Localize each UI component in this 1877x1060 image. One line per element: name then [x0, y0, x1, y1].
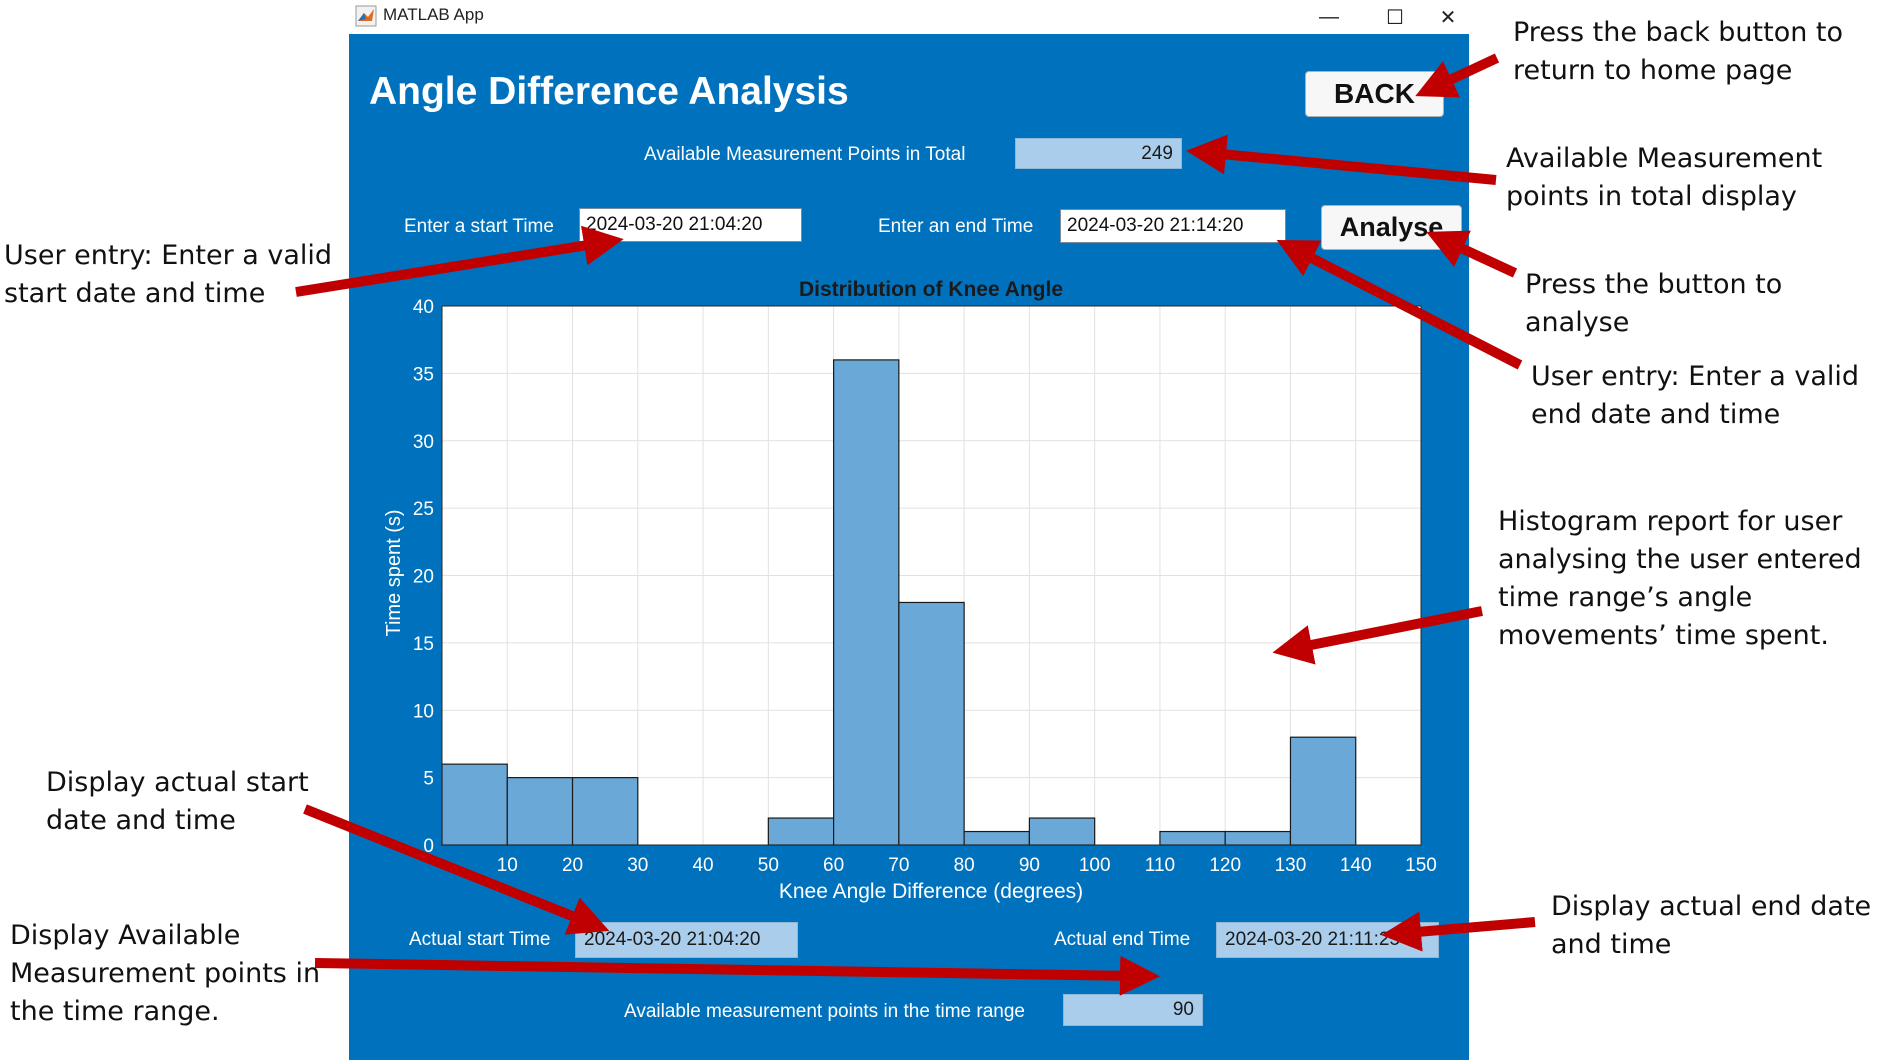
histogram-bar — [1028, 817, 1096, 846]
x-tick-label: 100 — [1079, 855, 1111, 876]
annotation-back: Press the back button to return to home … — [1513, 17, 1844, 86]
annotation-end: User entry: Enter a valid end date and t… — [1531, 361, 1860, 430]
annotation-start: User entry: Enter a valid start date and… — [4, 240, 333, 309]
histogram-bar — [898, 601, 965, 846]
y-axis-label: Time spent (s) — [383, 509, 405, 636]
x-tick-label: 10 — [497, 855, 518, 876]
annotation-actual-start: Display actual start date and time — [46, 767, 309, 836]
x-tick-label: 130 — [1275, 855, 1307, 876]
histogram-bar — [506, 777, 574, 846]
y-tick-label: 30 — [413, 432, 434, 453]
y-tick-label: 20 — [413, 567, 434, 588]
chart-title: Distribution of Knee Angle — [799, 278, 1063, 301]
histogram-bar — [441, 763, 508, 846]
x-tick-label: 110 — [1145, 855, 1175, 876]
y-tick-label: 40 — [413, 297, 434, 318]
x-tick-label: 20 — [562, 855, 583, 876]
histogram-bar — [832, 359, 900, 846]
x-tick-label: 40 — [692, 855, 713, 876]
y-tick-label: 35 — [413, 364, 434, 385]
annotation-histogram: Histogram report for user analysing the … — [1498, 506, 1862, 651]
y-tick-label: 25 — [413, 499, 434, 520]
histogram-bar — [963, 830, 1031, 846]
x-tick-label: 120 — [1209, 855, 1241, 876]
histogram-bar — [571, 777, 639, 846]
x-tick-label: 30 — [627, 855, 648, 876]
histogram-bar — [1289, 736, 1357, 846]
y-tick-label: 5 — [423, 769, 434, 790]
x-tick-label: 60 — [823, 855, 844, 876]
y-tick-label: 10 — [413, 701, 434, 722]
annotation-total: Available Measurement points in total di… — [1506, 143, 1823, 212]
x-tick-label: 70 — [888, 855, 909, 876]
x-tick-label: 80 — [954, 855, 975, 876]
annotation-range-points: Display Available Measurement points in … — [10, 920, 321, 1027]
histogram-bar — [1159, 830, 1226, 846]
annotation-analyse: Press the button to analyse — [1525, 269, 1783, 338]
x-tick-label: 140 — [1340, 855, 1372, 876]
annotation-actual-end: Display actual end date and time — [1551, 891, 1872, 960]
histogram-bar — [1224, 830, 1292, 846]
y-tick-label: 15 — [413, 634, 434, 655]
histogram-bar — [767, 817, 835, 846]
x-tick-label: 50 — [758, 855, 779, 876]
y-tick-label: 0 — [423, 836, 434, 857]
x-axis-label: Knee Angle Difference (degrees) — [779, 880, 1083, 903]
x-tick-label: 90 — [1019, 855, 1040, 876]
x-tick-label: 150 — [1405, 855, 1437, 876]
